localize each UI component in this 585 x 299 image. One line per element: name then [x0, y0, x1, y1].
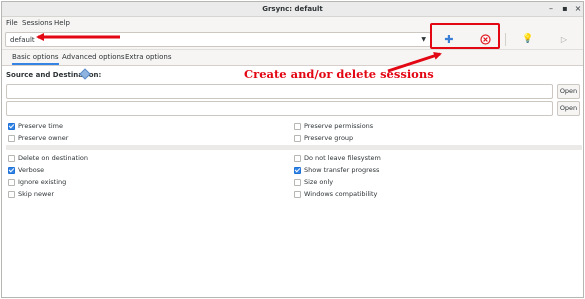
- verbose-checkbox[interactable]: Verbose: [8, 166, 44, 174]
- annotation-text: Create and/or delete sessions: [244, 67, 434, 81]
- checkbox-checked: [8, 166, 15, 174]
- source-path-field[interactable]: [6, 84, 553, 99]
- checkbox-unchecked: [8, 134, 15, 142]
- close-window-icon[interactable]: ×: [573, 4, 583, 14]
- open-source-button[interactable]: Open: [557, 84, 580, 99]
- tab-bar: Basic options Advanced options Extra opt…: [2, 50, 583, 65]
- checkbox-unchecked: [8, 154, 15, 162]
- skip-newer-checkbox[interactable]: Skip newer: [8, 190, 54, 198]
- tab-extra-options[interactable]: Extra options: [125, 53, 171, 61]
- title-bar: Grsync: default – ▪ ×: [2, 2, 583, 17]
- menu-sessions[interactable]: Sessions: [22, 19, 52, 27]
- toolbar-separator: [505, 33, 506, 46]
- checkbox-checked: [294, 166, 301, 174]
- preserve-permissions-checkbox[interactable]: Preserve permissions: [294, 122, 373, 130]
- execute-icon[interactable]: ▷: [553, 32, 575, 47]
- checkbox-unchecked: [8, 190, 15, 198]
- checkbox-unchecked: [294, 134, 301, 142]
- menu-file[interactable]: File: [6, 19, 18, 27]
- tab-advanced-options[interactable]: Advanced options: [62, 53, 125, 61]
- checkbox-unchecked: [294, 122, 301, 130]
- annotation-highlight-box: [430, 23, 500, 49]
- window-title: Grsync: default: [262, 5, 323, 13]
- simulate-icon[interactable]: 💡: [517, 32, 539, 47]
- checkbox-checked: [8, 122, 15, 130]
- tab-basic-options[interactable]: Basic options: [12, 53, 59, 65]
- checkbox-unchecked: [294, 190, 301, 198]
- maximize-icon[interactable]: ▪: [560, 4, 570, 14]
- windows-compatibility-checkbox[interactable]: Windows compatibility: [294, 190, 377, 198]
- dropdown-arrow-icon[interactable]: ▼: [421, 36, 426, 43]
- checkbox-unchecked: [294, 154, 301, 162]
- destination-path-field[interactable]: [6, 101, 553, 116]
- checkbox-unchecked: [294, 178, 301, 186]
- checkbox-unchecked: [8, 178, 15, 186]
- preserve-time-checkbox[interactable]: Preserve time: [8, 122, 63, 130]
- do-not-leave-filesystem-checkbox[interactable]: Do not leave filesystem: [294, 154, 381, 162]
- preserve-owner-checkbox[interactable]: Preserve owner: [8, 134, 68, 142]
- preserve-group-checkbox[interactable]: Preserve group: [294, 134, 353, 142]
- menu-help[interactable]: Help: [54, 19, 70, 27]
- open-destination-button[interactable]: Open: [557, 101, 580, 116]
- show-transfer-progress-checkbox[interactable]: Show transfer progress: [294, 166, 379, 174]
- basic-options-panel: Source and Destination: Open Open Preser…: [2, 66, 583, 297]
- section-divider: [6, 145, 582, 150]
- session-selector[interactable]: default ▼: [5, 32, 431, 47]
- ignore-existing-checkbox[interactable]: Ignore existing: [8, 178, 66, 186]
- minimize-icon[interactable]: –: [546, 4, 556, 14]
- delete-on-destination-checkbox[interactable]: Delete on destination: [8, 154, 88, 162]
- session-selector-value: default: [10, 36, 35, 44]
- size-only-checkbox[interactable]: Size only: [294, 178, 333, 186]
